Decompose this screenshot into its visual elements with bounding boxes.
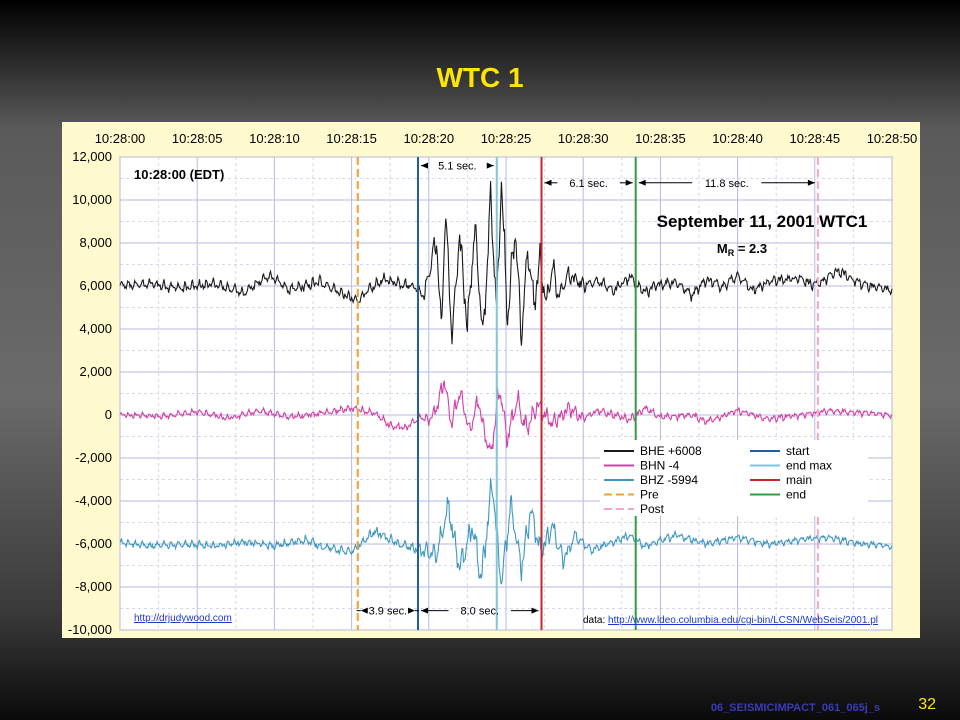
x-tick-label: 10:28:30 — [558, 131, 609, 146]
y-tick-label: -8,000 — [75, 579, 112, 594]
x-tick-label: 10:28:15 — [326, 131, 377, 146]
y-tick-label: 12,000 — [72, 149, 112, 164]
legend-label: end — [786, 488, 806, 502]
slide-number: 32 — [918, 696, 936, 713]
y-tick-label: 8,000 — [79, 235, 112, 250]
legend-label: BHZ -5994 — [640, 473, 698, 487]
x-tick-label: 10:28:00 — [95, 131, 146, 146]
seismogram-chart: 10:28:00 10:28:05 10:28:10 10:28:15 10:28:20… — [62, 122, 920, 638]
annotation-label: 3.9 sec. — [369, 606, 408, 618]
x-tick-label: 10:28:50 — [867, 131, 918, 146]
annotation-label: 8.0 sec. — [460, 606, 499, 618]
chart-title: September 11, 2001 WTC1 — [657, 212, 868, 231]
y-tick-label: 2,000 — [79, 364, 112, 379]
legend-label: Post — [640, 502, 665, 516]
y-tick-label: 0 — [105, 407, 112, 422]
x-tick-label: 10:28:35 — [635, 131, 686, 146]
legend-label: main — [786, 473, 812, 487]
y-tick-label: 4,000 — [79, 321, 112, 336]
x-tick-label: 10:28:40 — [712, 131, 763, 146]
y-tick-label: -4,000 — [75, 493, 112, 508]
y-tick-label: -2,000 — [75, 450, 112, 465]
chart-svg: 10:28:00 10:28:05 10:28:10 10:28:15 10:28:20… — [68, 131, 918, 637]
legend-label: Pre — [640, 488, 659, 502]
x-tick-label: 10:28:10 — [249, 131, 300, 146]
y-tick-label: 6,000 — [79, 278, 112, 293]
annotation-label: 11.8 sec. — [705, 178, 749, 190]
x-tick-label: 10:28:45 — [789, 131, 840, 146]
y-tick-label: -10,000 — [68, 622, 112, 637]
legend-label: end max — [786, 459, 832, 473]
x-tick-label: 10:28:20 — [403, 131, 454, 146]
credit-right: data: http://www.ldeo.columbia.edu/cgi-b… — [583, 615, 878, 626]
time-label: 10:28:00 (EDT) — [134, 167, 224, 182]
y-tick-label: -6,000 — [75, 536, 112, 551]
annotation-label: 6.1 sec. — [569, 178, 608, 190]
footer-code: 06_SEISMICIMPACT_061_065j_s — [710, 702, 880, 714]
chart-subtitle: MR = 2.3 — [717, 241, 767, 258]
y-tick-label: 10,000 — [72, 192, 112, 207]
x-tick-label: 10:28:25 — [481, 131, 532, 146]
legend-label: BHE +6008 — [640, 444, 702, 458]
x-tick-label: 10:28:05 — [172, 131, 223, 146]
legend-label: BHN -4 — [640, 459, 680, 473]
legend-label: start — [786, 444, 810, 458]
annotation-label: 5.1 sec. — [438, 161, 477, 173]
slide-title: WTC 1 — [436, 62, 524, 93]
credit-left-link: http://drjudywood.com — [134, 613, 232, 624]
